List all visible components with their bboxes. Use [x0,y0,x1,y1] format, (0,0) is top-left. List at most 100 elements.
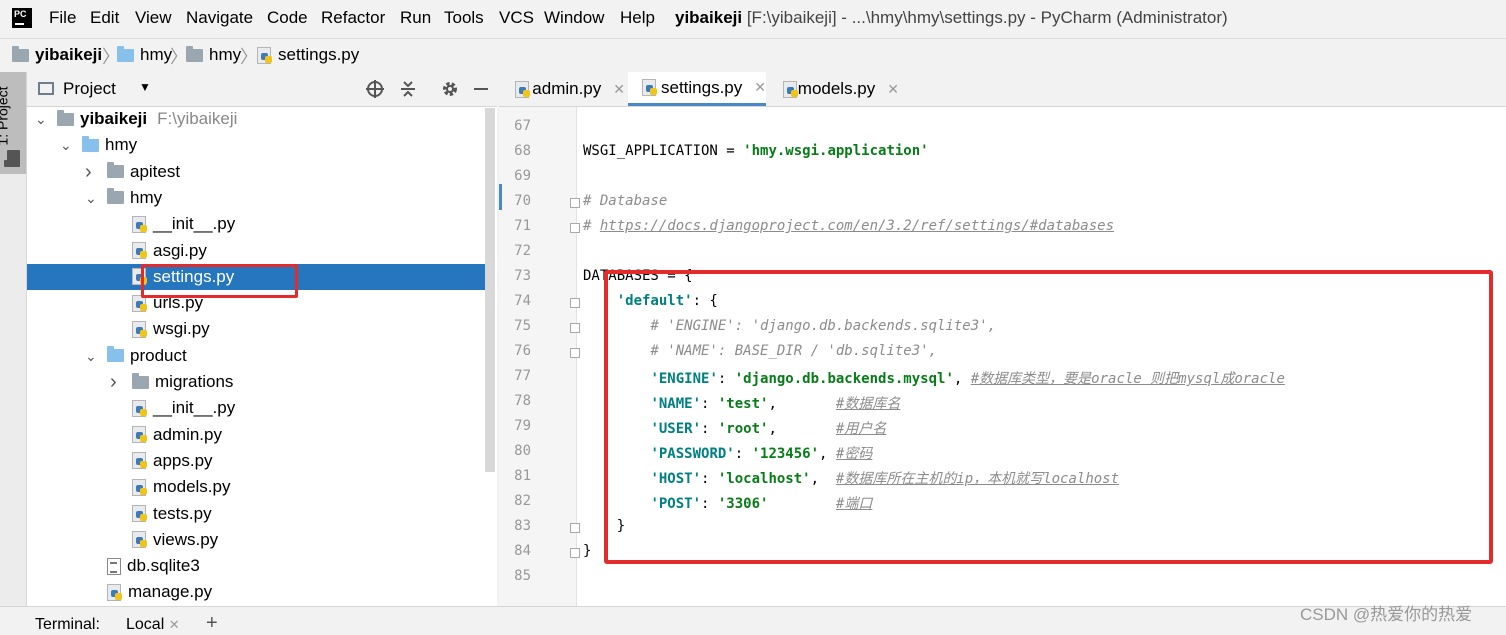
breadcrumb-item-hmy[interactable]: hmy [117,45,172,65]
chevron-down-icon[interactable]: ⌄ [35,106,47,132]
folder-icon [186,45,203,62]
code-line: WSGI_APPLICATION = 'hmy.wsgi.application… [583,143,929,159]
tree-item-label: apps.py [153,450,213,470]
menu-bar: PC File Edit View Navigate Code Refactor Run To… [0,0,1506,36]
gear-icon[interactable] [441,80,459,98]
tree-item[interactable]: ⌄ hmy [27,185,487,211]
breadcrumb-item-file[interactable]: settings.py [257,45,359,65]
chevron-down-icon[interactable]: ⌄ [85,185,97,211]
tree-item[interactable]: admin.py [27,422,487,448]
breadcrumb-item-project[interactable]: yibaikeji [12,45,102,65]
menu-navigate[interactable]: Navigate [186,8,253,28]
python-file-icon [132,452,147,470]
fold-marker-icon[interactable] [570,298,580,308]
tree-item-label: wsgi.py [153,319,210,339]
code-token: # [583,218,600,234]
code-token: 'hmy.wsgi.application' [743,143,929,159]
menu-view[interactable]: View [135,8,172,28]
breadcrumb: yibaikeji 〉 hmy 〉 hmy 〉 settings.py [0,38,1506,71]
project-tool-tab[interactable]: 1: Project [0,72,26,174]
database-file-icon [107,557,121,575]
tree-item-label: tests.py [153,503,212,523]
minimize-icon[interactable] [474,88,488,90]
line-number: 72 [514,243,531,259]
menu-vcs[interactable]: VCS [499,8,534,28]
tree-item[interactable]: __init__.py [27,211,487,237]
python-file-icon [132,426,147,444]
tree-item[interactable]: ⌄ yibaikeji F:\yibaikeji [27,106,487,132]
line-number: 83 [514,518,531,534]
terminal-label[interactable]: Terminal: [35,616,100,634]
locate-icon[interactable] [366,80,384,98]
tree-item-label: asgi.py [153,240,207,260]
tree-item[interactable]: apps.py [27,448,487,474]
menu-tools[interactable]: Tools [444,8,484,28]
tree-item[interactable]: ⌄ product [27,343,487,369]
chevron-down-icon[interactable]: ⌄ [60,132,72,158]
chevron-right-icon[interactable]: › [110,369,117,395]
tree-item-label: yibaikeji [80,109,148,128]
terminal-session-tab[interactable]: Local ✕ [126,616,180,634]
menu-help[interactable]: Help [620,8,655,28]
editor-tab[interactable]: settings.py ✕ [628,72,766,106]
close-icon[interactable]: ✕ [887,81,899,98]
line-number: 85 [514,568,531,584]
tree-item-content: manage.py [107,579,212,605]
close-icon[interactable]: ✕ [613,81,625,98]
line-number: 79 [514,418,531,434]
scrollbar[interactable] [485,108,495,472]
tree-item-label: hmy [105,135,138,155]
line-number: 71 [514,218,531,234]
python-file-icon [132,242,147,259]
menu-window[interactable]: Window [544,8,604,28]
menu-code[interactable]: Code [267,8,308,28]
tree-item[interactable]: wsgi.py [27,316,487,342]
bottom-tool-bar: Terminal: Local ✕ + [0,606,1506,634]
close-icon[interactable]: ✕ [169,617,180,632]
code-token: # Database [583,193,668,209]
tree-item[interactable]: __init__.py [27,395,487,421]
tree-item[interactable]: tests.py [27,501,487,527]
breadcrumb-item-hmy-inner[interactable]: hmy [186,45,241,65]
tree-item[interactable]: ⌄ hmy [27,132,487,158]
fold-marker-icon[interactable] [570,323,580,333]
tree-item-content: __init__.py [132,395,235,421]
line-number: 74 [514,293,531,309]
tree-item[interactable]: db.sqlite3 [27,553,487,579]
menu-file[interactable]: File [49,8,76,28]
line-number: 67 [514,118,531,134]
menu-refactor[interactable]: Refactor [321,8,385,28]
line-number: 81 [514,468,531,484]
fold-marker-icon[interactable] [570,198,580,208]
fold-marker-icon[interactable] [570,548,580,558]
chevron-right-icon[interactable]: › [85,159,92,185]
python-file-icon [257,46,272,64]
menu-edit[interactable]: Edit [90,8,119,28]
tree-item-label: __init__.py [153,398,236,418]
tree-item[interactable]: models.py [27,474,487,500]
tree-item-content: views.py [132,527,218,553]
python-file-icon [132,399,147,417]
tree-item[interactable]: › migrations [27,369,487,395]
editor-tab[interactable]: models.py ✕ [769,72,899,106]
code-token: WSGI_APPLICATION = [583,143,744,159]
tree-item-path: F:\yibaikeji [157,109,238,128]
tree-item[interactable]: › apitest [27,159,487,185]
chevron-down-icon[interactable]: ⌄ [85,343,97,369]
editor-tab[interactable]: admin.py ✕ [501,72,625,106]
close-icon[interactable]: ✕ [754,79,766,96]
chevron-down-icon[interactable]: ▼ [139,80,151,94]
fold-marker-icon[interactable] [570,223,580,233]
tree-item[interactable]: asgi.py [27,238,487,264]
tree-item-content: product [107,343,187,369]
code-token: } [583,543,592,559]
collapse-all-icon[interactable] [400,80,416,98]
fold-marker-icon[interactable] [570,523,580,533]
tree-item-label: models.py [153,477,231,497]
fold-marker-icon[interactable] [570,348,580,358]
tree-item-content: hmy [107,185,162,211]
tree-item[interactable]: views.py [27,527,487,553]
project-view-selector[interactable]: Project [63,79,116,99]
tree-item[interactable]: manage.py [27,579,487,605]
menu-run[interactable]: Run [400,8,431,28]
